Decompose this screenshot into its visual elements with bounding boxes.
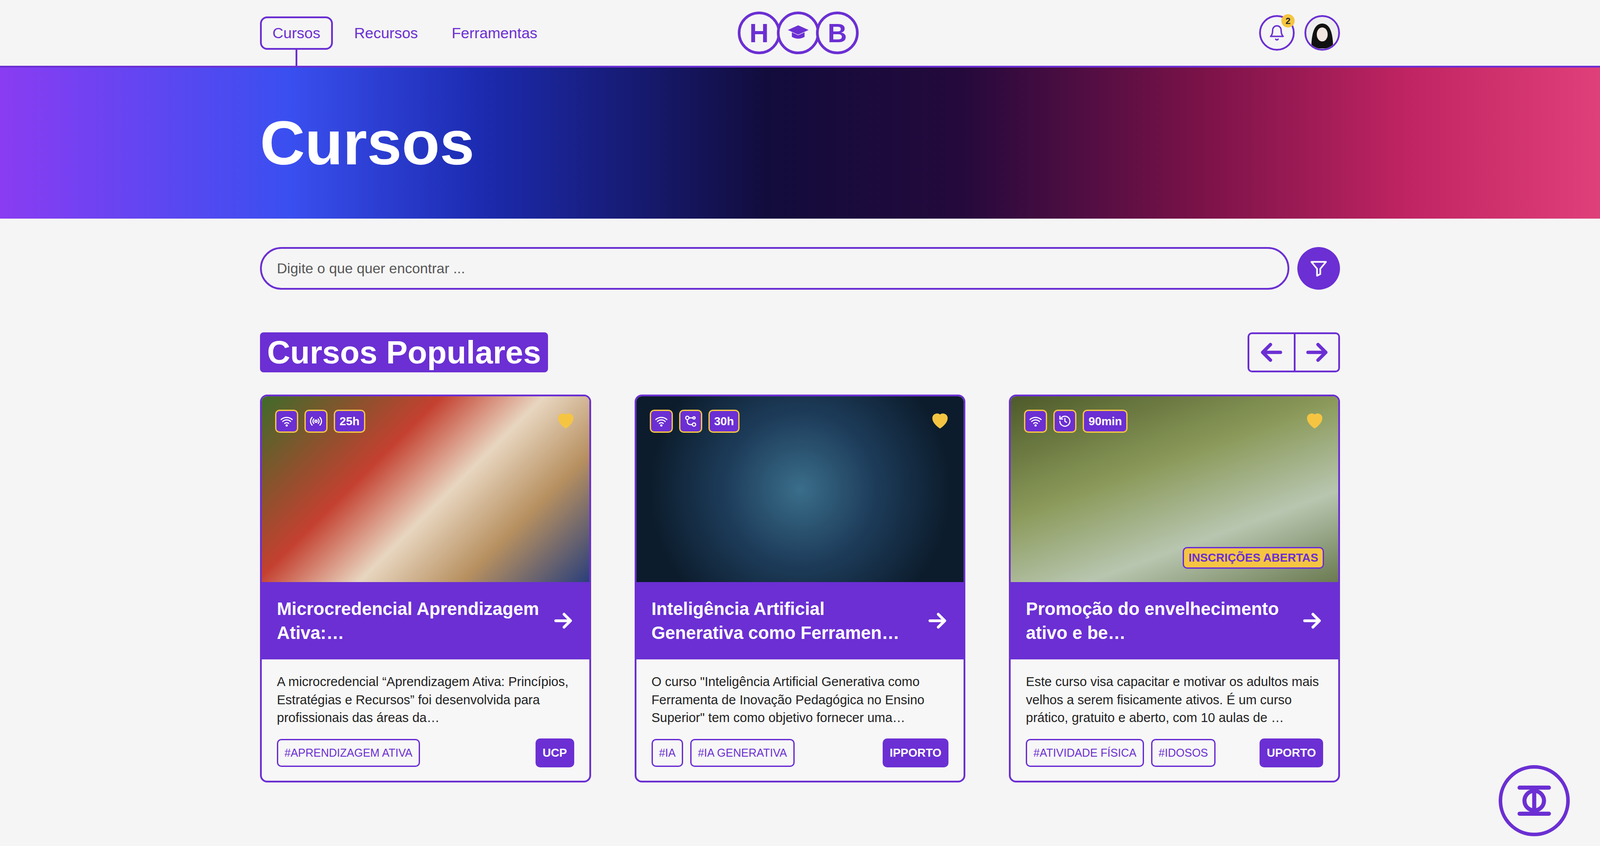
hero-banner: Cursos <box>0 67 1600 219</box>
page: CursosRecursosFerramentas H B 2 Cursos C… <box>0 0 1600 846</box>
main-nav: CursosRecursosFerramentas <box>260 16 742 50</box>
course-body: Este curso visa capacitar e motivar os a… <box>1010 659 1339 781</box>
arrow-right-icon <box>926 609 949 632</box>
course-card[interactable]: 30h Inteligência Artificial Generativa c… <box>634 394 966 783</box>
course-description: A microcredencial “Aprendizagem Ativa: P… <box>276 672 575 728</box>
institution-badge[interactable]: UPORTO <box>1259 738 1324 768</box>
nav-tab[interactable]: Ferramentas <box>439 16 550 50</box>
broadcast-icon <box>309 414 323 428</box>
course-tag[interactable]: #IDOSOS <box>1151 739 1216 768</box>
course-badges: 25h <box>275 409 366 433</box>
course-badges: 90min <box>1024 409 1128 433</box>
accessibility-icon <box>1509 776 1559 826</box>
search-input[interactable] <box>260 247 1290 290</box>
logo-letter: H <box>737 11 781 55</box>
graduation-cap-icon <box>786 24 810 42</box>
course-image: 90min INSCRIÇÕES ABERTAS <box>1010 396 1339 583</box>
course-title-bar: Inteligência Artificial Generativa como … <box>636 582 964 660</box>
course-badges: 30h <box>649 409 740 433</box>
course-tag[interactable]: #ATIVIDADE FÍSICA <box>1025 739 1144 768</box>
course-title: Promoção do envelhecimento ativo e be… <box>1025 596 1292 645</box>
main-content: Cursos Populares 25h Microcredencial Apr… <box>260 218 1340 783</box>
course-description: Este curso visa capacitar e motivar os a… <box>1025 672 1324 728</box>
section-header: Cursos Populares <box>260 332 1340 373</box>
wifi-icon <box>654 414 668 428</box>
course-footer: #APRENDIZAGEM ATIVA UCP <box>276 738 575 768</box>
bell-icon <box>1268 24 1286 42</box>
institution-badge[interactable]: UCP <box>535 738 575 768</box>
course-badge <box>1024 409 1048 433</box>
accessibility-button[interactable] <box>1498 765 1570 837</box>
favorite-icon[interactable] <box>555 409 576 431</box>
wifi-icon <box>280 414 294 428</box>
course-footer: #ATIVIDADE FÍSICA#IDOSOS UPORTO <box>1025 738 1324 768</box>
notifications-button[interactable]: 2 <box>1259 15 1295 51</box>
tag-list: #APRENDIZAGEM ATIVA <box>276 739 420 768</box>
user-area: 2 <box>858 15 1340 51</box>
notification-count: 2 <box>1281 14 1295 28</box>
header: CursosRecursosFerramentas H B 2 <box>0 0 1600 68</box>
course-body: O curso "Inteligência Artificial Generat… <box>636 659 964 781</box>
wifi-icon <box>1028 414 1043 428</box>
history-icon <box>1058 414 1072 428</box>
course-body: A microcredencial “Aprendizagem Ativa: P… <box>261 659 590 781</box>
user-avatar[interactable] <box>1304 15 1340 51</box>
course-badge: 30h <box>708 409 740 433</box>
course-tag[interactable]: #APRENDIZAGEM ATIVA <box>276 739 420 768</box>
course-title-bar: Microcredencial Aprendizagem Ativa:… <box>261 582 590 660</box>
logo-cap <box>776 11 820 55</box>
tag-list: #IA#IA GENERATIVA <box>651 739 795 768</box>
course-tag[interactable]: #IA <box>651 739 684 768</box>
filter-button[interactable] <box>1297 247 1340 290</box>
course-badge <box>649 409 673 433</box>
course-list: 25h Microcredencial Aprendizagem Ativa:…… <box>260 394 1340 783</box>
page-title: Cursos <box>260 108 1340 178</box>
course-badge: 90min <box>1082 409 1128 433</box>
course-badge <box>679 409 703 433</box>
nav-tab[interactable]: Cursos <box>260 16 333 50</box>
course-card[interactable]: 90min INSCRIÇÕES ABERTAS Promoção do env… <box>1008 394 1340 783</box>
favorite-icon[interactable] <box>929 409 951 431</box>
logo-letter: B <box>816 11 859 55</box>
course-description: O curso "Inteligência Artificial Generat… <box>651 672 949 728</box>
course-badge <box>304 409 328 433</box>
status-badge: INSCRIÇÕES ABERTAS <box>1182 547 1324 569</box>
network-icon <box>684 414 698 428</box>
arrow-left-icon <box>1258 339 1285 366</box>
arrow-right-icon <box>1303 339 1331 366</box>
previous-button[interactable] <box>1249 334 1294 371</box>
course-title-bar: Promoção do envelhecimento ativo e be… <box>1010 582 1339 660</box>
course-badge <box>1053 409 1077 433</box>
course-image: 25h <box>261 396 590 583</box>
course-tag[interactable]: #IA GENERATIVA <box>690 739 795 768</box>
section-title: Cursos Populares <box>260 332 548 373</box>
course-footer: #IA#IA GENERATIVA IPPORTO <box>651 738 949 768</box>
logo[interactable]: H B <box>741 11 859 55</box>
next-button[interactable] <box>1293 334 1339 371</box>
course-card[interactable]: 25h Microcredencial Aprendizagem Ativa:…… <box>260 394 592 783</box>
course-badge: 25h <box>333 409 366 433</box>
institution-badge[interactable]: IPPORTO <box>882 738 949 768</box>
course-title: Inteligência Artificial Generativa como … <box>651 596 918 645</box>
search-bar <box>260 247 1340 290</box>
tag-list: #ATIVIDADE FÍSICA#IDOSOS <box>1025 739 1216 768</box>
nav-tab[interactable]: Recursos <box>341 16 431 50</box>
course-image: 30h <box>636 396 964 583</box>
filter-icon <box>1308 258 1329 279</box>
favorite-icon[interactable] <box>1304 409 1325 431</box>
course-badge <box>275 409 299 433</box>
carousel-controls <box>1247 332 1340 373</box>
arrow-right-icon <box>552 609 575 632</box>
avatar-icon <box>1306 17 1338 49</box>
course-title: Microcredencial Aprendizagem Ativa:… <box>276 596 544 645</box>
arrow-right-icon <box>1300 609 1324 632</box>
